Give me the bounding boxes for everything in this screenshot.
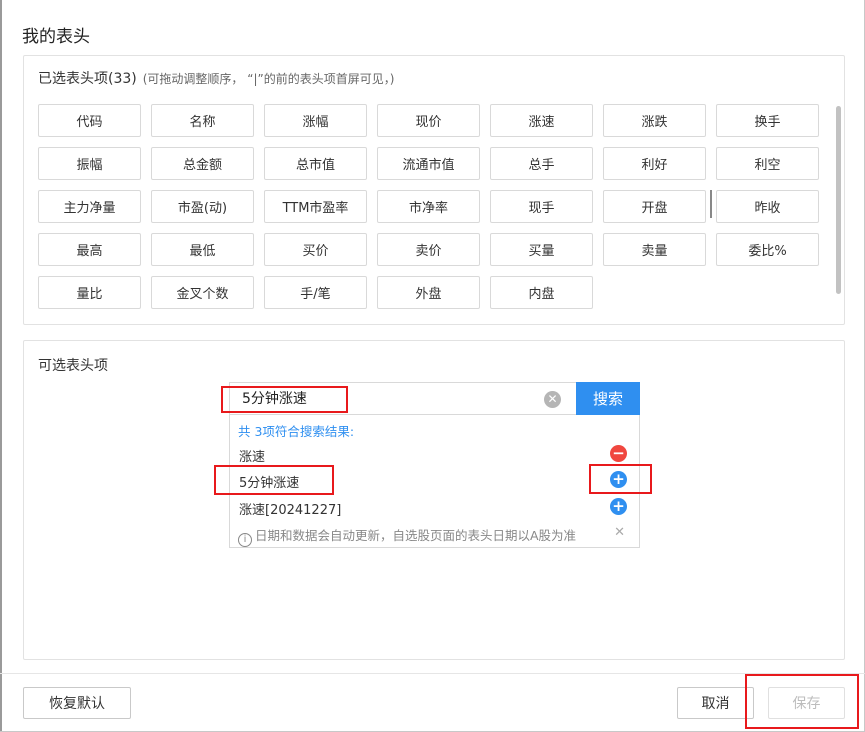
- selected-column-chip[interactable]: 涨幅: [264, 104, 367, 137]
- selected-column-chip[interactable]: 总市值: [264, 147, 367, 180]
- selected-count-label: 已选表头项(33): [38, 71, 137, 87]
- selected-column-chip[interactable]: 最高: [38, 233, 141, 266]
- selected-column-chip[interactable]: 名称: [151, 104, 254, 137]
- selected-columns-grid: 代码 名称 涨幅 现价 涨速 涨跌 换手振幅 总金额 总市值 流通市值 总手 利好 利空主力净量 市盈(动…: [38, 104, 820, 309]
- result-summary: 共 3项符合搜索结果:: [238, 424, 355, 439]
- result-label: 涨速: [239, 450, 266, 465]
- minus-circle-icon[interactable]: −: [610, 445, 627, 462]
- save-button[interactable]: 保存: [768, 687, 845, 719]
- clear-icon[interactable]: ✕: [544, 391, 561, 408]
- selected-column-chip[interactable]: 总手: [490, 147, 593, 180]
- result-row[interactable]: 5分钟涨速 +: [230, 468, 639, 494]
- selected-column-chip[interactable]: 振幅: [38, 147, 141, 180]
- info-notice: i 日期和数据会自动更新，自选股页面的表头日期以A股为准 ✕: [238, 525, 633, 547]
- selected-column-chip[interactable]: 量比: [38, 276, 141, 309]
- selected-scrollbar[interactable]: [836, 106, 841, 294]
- selected-column-chip[interactable]: 买价: [264, 233, 367, 266]
- selected-column-chip[interactable]: 流通市值: [377, 147, 480, 180]
- selected-column-chip[interactable]: 买量: [490, 233, 593, 266]
- selected-column-chip[interactable]: 总金额: [151, 147, 254, 180]
- footer-divider: [0, 673, 865, 674]
- selected-column-chip[interactable]: 卖价: [377, 233, 480, 266]
- search-input[interactable]: [242, 390, 532, 406]
- selected-column-chip[interactable]: 金叉个数: [151, 276, 254, 309]
- selected-column-chip[interactable]: 内盘: [490, 276, 593, 309]
- cancel-button[interactable]: 取消: [677, 687, 754, 719]
- selected-column-chip[interactable]: 主力净量: [38, 190, 141, 223]
- selected-column-chip[interactable]: 委比%: [716, 233, 819, 266]
- selected-columns-panel: 已选表头项(33) (可拖动调整顺序， “|”的前的表头项首屏可见，) 代码 名称涨…: [23, 55, 845, 325]
- dialog-title: 我的表头: [22, 27, 90, 47]
- close-icon[interactable]: ✕: [614, 525, 625, 540]
- result-label: 涨速[20241227]: [239, 503, 342, 518]
- selected-column-chip[interactable]: 利好: [603, 147, 706, 180]
- selected-column-chip[interactable]: 涨速: [490, 104, 593, 137]
- result-row[interactable]: 涨速 −: [230, 442, 639, 468]
- selected-column-chip[interactable]: 手/笔: [264, 276, 367, 309]
- plus-circle-icon[interactable]: +: [610, 471, 627, 488]
- selected-columns-heading: 已选表头项(33) (可拖动调整顺序， “|”的前的表头项首屏可见，): [38, 68, 394, 88]
- selected-column-chip[interactable]: 利空: [716, 147, 819, 180]
- search-box: ✕: [229, 382, 576, 415]
- search-results-dropdown: 共 3项符合搜索结果: 涨速 − 5分钟涨速 + 涨速[20241227] + …: [229, 415, 640, 548]
- selected-column-chip[interactable]: 市盈(动): [151, 190, 254, 223]
- selected-column-chip[interactable]: 涨跌: [603, 104, 706, 137]
- selected-column-chip[interactable]: 昨收: [716, 190, 819, 223]
- info-icon: i: [238, 533, 252, 547]
- selected-column-chip[interactable]: 现手: [490, 190, 593, 223]
- selected-column-chip[interactable]: 代码: [38, 104, 141, 137]
- available-columns-heading: 可选表头项: [38, 358, 108, 374]
- selected-column-chip[interactable]: 卖量: [603, 233, 706, 266]
- selected-column-chip[interactable]: 开盘: [603, 190, 706, 223]
- result-row[interactable]: 涨速[20241227] +: [230, 495, 639, 521]
- selected-column-chip[interactable]: 市净率: [377, 190, 480, 223]
- selected-hint: (可拖动调整顺序， “|”的前的表头项首屏可见，): [142, 72, 395, 86]
- window-edge-left: [0, 0, 2, 732]
- plus-circle-icon[interactable]: +: [610, 498, 627, 515]
- selected-column-chip[interactable]: 换手: [716, 104, 819, 137]
- result-label: 5分钟涨速: [239, 476, 300, 491]
- selected-column-chip[interactable]: 外盘: [377, 276, 480, 309]
- info-text: 日期和数据会自动更新，自选股页面的表头日期以A股为准: [255, 528, 577, 543]
- search-button[interactable]: 搜索: [576, 382, 640, 415]
- selected-column-chip[interactable]: 最低: [151, 233, 254, 266]
- selected-column-chip[interactable]: TTM市盈率: [264, 190, 367, 223]
- selected-column-chip[interactable]: 现价: [377, 104, 480, 137]
- reset-default-button[interactable]: 恢复默认: [23, 687, 131, 719]
- first-screen-divider[interactable]: [710, 190, 712, 218]
